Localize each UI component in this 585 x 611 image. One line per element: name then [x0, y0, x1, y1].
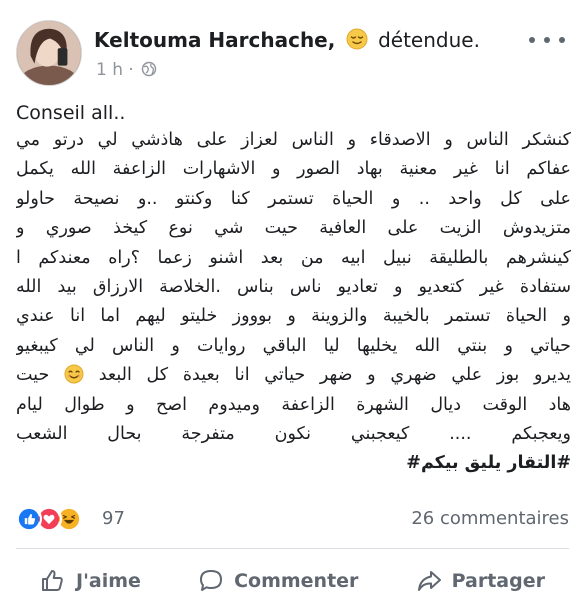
share-button-label: Partager: [451, 570, 545, 592]
post-intro: Conseil all..: [16, 102, 126, 124]
post-text-line: على كل واحد .. و الحياة تستمر كنا وكنتو …: [16, 188, 571, 209]
post-text-fragment: يديرو بوز علي ضهري و ضهر حياتي انا بعيدة…: [98, 365, 571, 386]
smiling-face-icon: [64, 364, 84, 384]
relieved-face-icon: [346, 28, 368, 50]
like-button[interactable]: J'aime: [16, 560, 165, 602]
post-text-line: عفاكم انا غير معنية بهاد الصور و الاشهار…: [16, 159, 571, 180]
post-text-line: متزيدوش الزيت على العافية حيت شي نوع كيخ…: [16, 218, 571, 239]
post-hashtag[interactable]: #التقار يليق بيكم#: [16, 449, 571, 478]
globe-icon[interactable]: [141, 61, 157, 77]
post-text-line: هاد الوقت ديال الشهرة الزاعفة وميدوم اصح…: [16, 394, 571, 415]
comment-button[interactable]: Commenter: [174, 560, 382, 602]
comments-count[interactable]: 26 commentaires: [411, 508, 569, 529]
post-text-line-with-emoji: يديرو بوز علي ضهري و ضهر حياتي انا بعيدة…: [16, 361, 571, 390]
reactions-bar: 97 26 commentaires: [16, 504, 569, 534]
more-dot: [529, 37, 535, 43]
comment-icon: [200, 570, 223, 591]
share-button[interactable]: Partager: [392, 560, 569, 602]
author-name[interactable]: Keltouma Harchache,: [94, 28, 335, 52]
post-text-line: ستفادة غير كتعديو و تعاديو ناس بناس .الخ…: [16, 277, 571, 298]
thumbs-up-icon: [42, 570, 63, 591]
post-text-line: كنشكر الناس و الاصدقاء و الناس لعزاز على…: [16, 130, 571, 150]
post-text-fragment: حيت: [16, 365, 50, 386]
post-actions: J'aime Commenter Partager: [16, 560, 569, 602]
comment-button-label: Commenter: [234, 570, 359, 592]
like-button-label: J'aime: [76, 570, 141, 592]
post-text-line: و الحياة تستمر بالخيبة والزوينة و بوووز …: [16, 306, 571, 327]
post-header: Keltouma Harchache, détendue. 1 h ·: [16, 20, 569, 90]
post-text-line: حياتي و بنتي الله يخليها ليا الباقي رواي…: [16, 335, 571, 356]
post-timestamp[interactable]: 1 h ·: [96, 60, 134, 80]
feeling-text: détendue.: [378, 28, 480, 52]
more-dot: [544, 37, 550, 43]
reaction-count[interactable]: 97: [102, 508, 125, 529]
divider: [16, 548, 569, 549]
avatar-photo: [17, 21, 81, 85]
post-body: Conseil all.. كنشكر الناس و الاصدقاء و ا…: [16, 102, 571, 479]
author-avatar[interactable]: [16, 20, 82, 86]
share-arrow-icon: [417, 571, 441, 591]
post-meta: 1 h ·: [96, 60, 157, 80]
more-dot: [559, 37, 565, 43]
more-options-icon[interactable]: [529, 28, 565, 52]
post-text-line: كينشرهم بالطليقة نبيل ابيه من بعد اشنو ز…: [16, 247, 571, 268]
post-text-line: ويعجبكم .... كيعجبني نكون متفرجة بحال ال…: [16, 424, 571, 445]
like-reaction-icon: [16, 506, 42, 532]
author-line: Keltouma Harchache, détendue.: [94, 28, 480, 52]
